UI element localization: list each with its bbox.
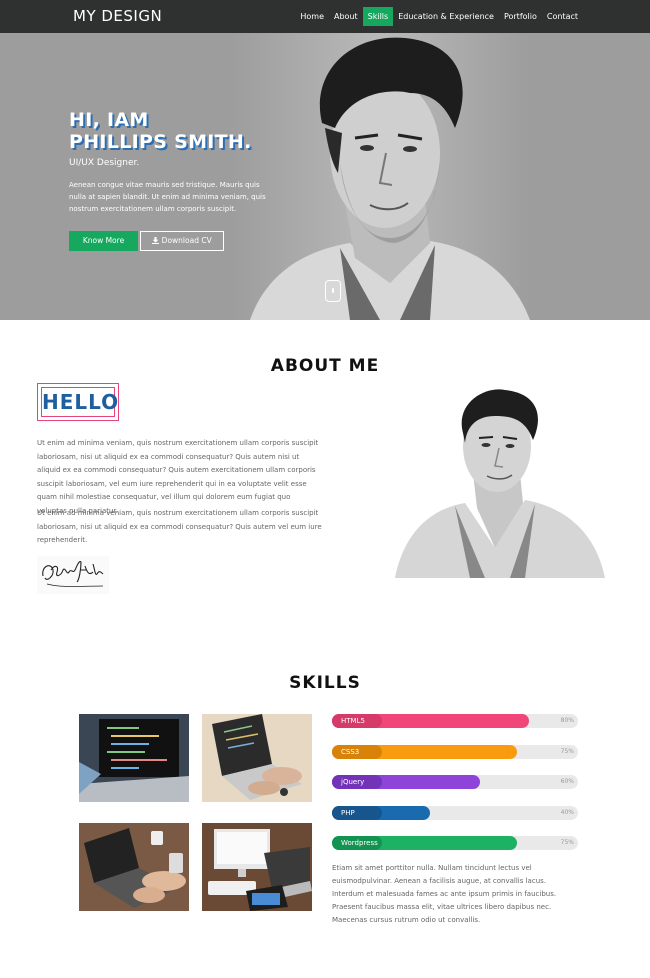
skill-bar-percent: 75% (560, 839, 574, 846)
download-icon (152, 236, 161, 245)
hero-title-line1: HI, IAM (69, 109, 149, 131)
skill-bar-row: CSS3 75% (332, 744, 578, 759)
skill-bar-percent: 60% (560, 778, 574, 785)
skills-thumbnail-devices (202, 823, 312, 911)
skill-bar-row: jQuery 60% (332, 775, 578, 789)
skill-bar-percent: 75% (560, 747, 574, 755)
nav-item-portfolio[interactable]: Portfolio (499, 7, 542, 26)
nav-item-about[interactable]: About (329, 7, 363, 26)
nav-item-skills[interactable]: Skills (362, 7, 394, 26)
skill-bar-row: PHP 40% (332, 805, 578, 820)
skill-bar-label: HTML5 (332, 714, 382, 728)
about-paragraph-1: Ut enim ad minima veniam, quis nostrum e… (37, 439, 319, 515)
skill-bar-row: Wordpress 75% (332, 836, 578, 850)
about-portrait-image (395, 388, 605, 578)
hero-section: HI, IAM PHILLIPS SMITH. UI/UX Designer. … (0, 33, 650, 320)
nav-item-education[interactable]: Education & Experience (393, 7, 499, 26)
skills-thumbnail-typing (79, 823, 189, 911)
download-cv-button[interactable]: Download CV (140, 231, 224, 251)
skill-bars: HTML5 80% CSS3 75% jQuery 60% PHP 40% Wo… (332, 714, 578, 867)
hero-title-line2: PHILLIPS SMITH. (69, 131, 252, 153)
skill-bar-label: CSS3 (332, 744, 382, 759)
about-heading: ABOUT ME (270, 356, 380, 376)
nav-item-home[interactable]: Home (295, 7, 329, 26)
skill-bar-label: Wordpress (332, 836, 382, 850)
brand-logo[interactable]: MY DESIGN (73, 7, 162, 25)
navbar: MY DESIGN Home About Skills Education & … (0, 0, 650, 33)
signature-image (37, 556, 109, 594)
nav-item-contact[interactable]: Contact (542, 7, 583, 26)
skill-bar-percent: 40% (560, 808, 574, 816)
skill-bar-label: jQuery (332, 775, 382, 789)
hello-text: HELLO (41, 387, 118, 417)
skills-thumbnail-laptop-desk (202, 714, 312, 802)
skill-bar-percent: 80% (560, 717, 574, 724)
scroll-down-indicator[interactable] (325, 280, 341, 302)
hello-badge: HELLO (37, 383, 119, 421)
main-nav: Home About Skills Education & Experience… (295, 7, 583, 26)
hero-description: Aenean congue vitae mauris sed tristique… (69, 181, 266, 213)
scroll-dot (332, 288, 334, 293)
download-cv-label: Download CV (161, 236, 212, 245)
hero-title: HI, IAM PHILLIPS SMITH. (69, 109, 252, 153)
hero-portrait-image (230, 33, 530, 320)
about-paragraph-2: Ut enim ad minima veniam, quis nostrum e… (37, 509, 322, 544)
skills-thumbnail-laptop-code (79, 714, 189, 802)
skills-heading: SKILLS (289, 673, 361, 693)
skill-bar-label: PHP (332, 805, 382, 820)
know-more-button[interactable]: Know More (69, 231, 138, 251)
skill-bar-row: HTML5 80% (332, 714, 578, 728)
hero-subtitle: UI/UX Designer. (69, 158, 140, 168)
skills-description: Etiam sit amet porttitor nulla. Nullam t… (332, 864, 557, 924)
